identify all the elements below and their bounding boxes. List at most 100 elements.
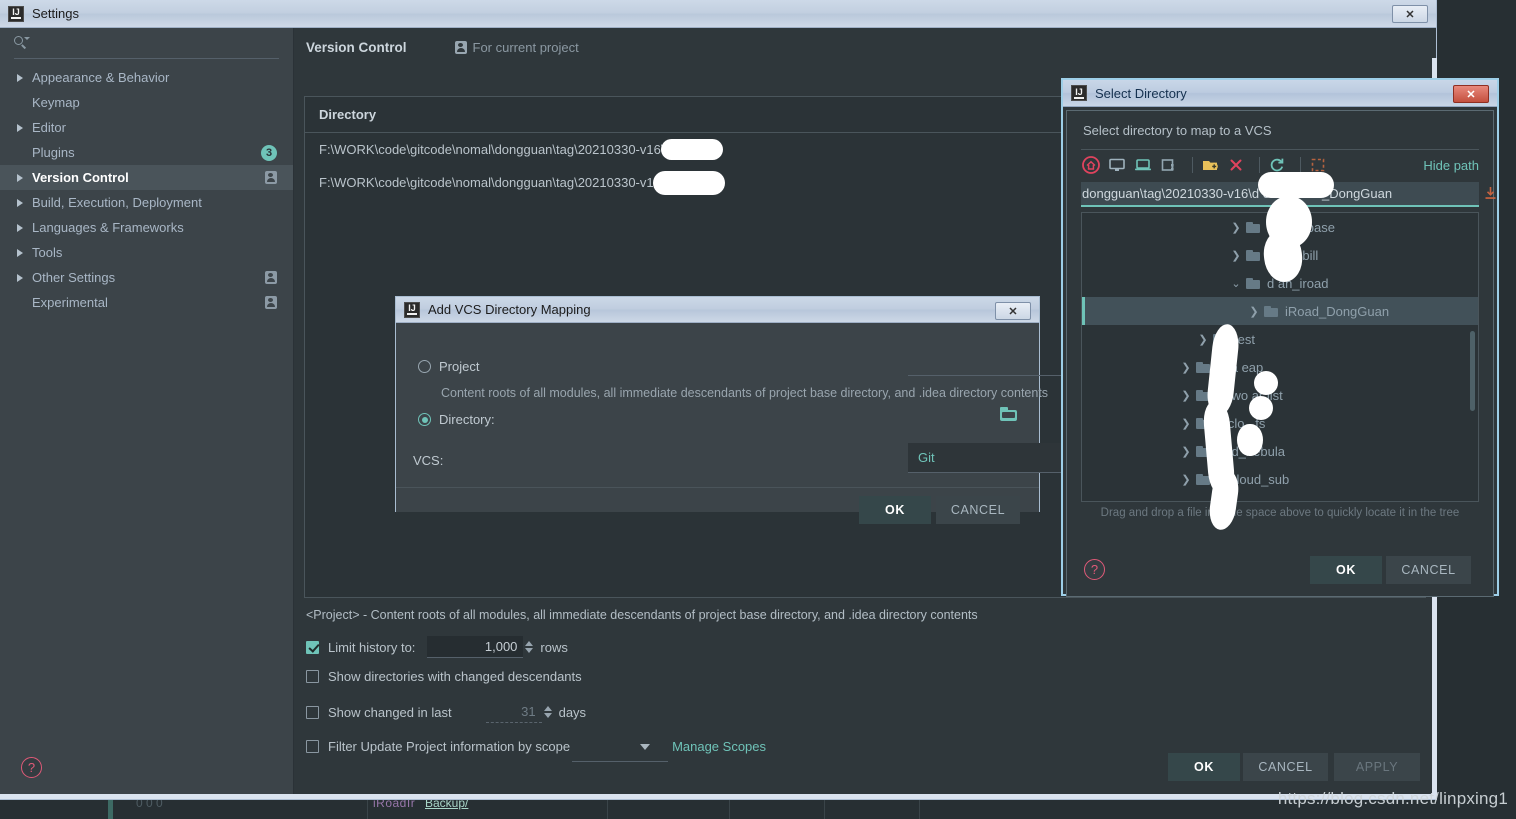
redaction-mark <box>1254 371 1278 395</box>
laptop-icon[interactable] <box>1133 155 1153 175</box>
redaction-mark <box>1273 250 1299 280</box>
sidebar-item-editor[interactable]: Editor <box>0 115 293 140</box>
sidebar-item-experimental[interactable]: Experimental <box>0 290 293 315</box>
folder-icon <box>1196 502 1210 503</box>
sidebar-item-label: Editor <box>32 120 66 135</box>
show-directories-checkbox[interactable] <box>306 670 319 683</box>
search-input[interactable] <box>34 34 254 52</box>
select-directory-ok-button[interactable]: OK <box>1310 556 1382 584</box>
project-scope-icon <box>264 271 277 285</box>
sidebar-item-label: Tools <box>32 245 63 260</box>
tree-scrollbar[interactable] <box>1470 331 1475 411</box>
folder-icon <box>1246 221 1260 233</box>
chevron-right-icon: ❯ <box>1181 417 1191 430</box>
folder-icon <box>1246 277 1260 289</box>
list-item[interactable]: ❯ i kcloud_sub <box>1082 465 1478 493</box>
show-changed-input[interactable] <box>485 701 542 723</box>
module-icon[interactable] <box>1159 155 1179 175</box>
settings-titlebar: IJ Settings ✕ <box>0 0 1436 28</box>
chevron-right-icon: ❯ <box>1180 501 1192 502</box>
background-cell <box>607 800 729 819</box>
directory-radio-label: Directory: <box>439 412 495 427</box>
settings-cancel-button[interactable]: CANCEL <box>1243 753 1328 781</box>
delete-icon[interactable] <box>1226 155 1246 175</box>
chevron-right-icon <box>14 73 26 82</box>
sidebar-item-other-settings[interactable]: Other Settings <box>0 265 293 290</box>
toolbar-separator <box>1192 157 1193 173</box>
show-changed-suffix: days <box>558 704 587 720</box>
select-directory-subtitle: Select directory to map to a VCS <box>1083 123 1272 138</box>
path-download-icon[interactable] <box>1484 186 1497 200</box>
directory-radio-row[interactable]: Directory: <box>418 412 495 427</box>
limit-history-input[interactable] <box>427 636 524 658</box>
vcs-dialog-close-button[interactable]: ✕ <box>995 302 1031 320</box>
directory-path-prefix: F:\WORK\code\gitcode\nomal\dongguan\tag\… <box>319 175 665 190</box>
select-directory-cancel-button[interactable]: CANCEL <box>1386 556 1471 584</box>
show-changed-checkbox[interactable] <box>306 705 319 719</box>
list-item[interactable]: ❯ rkclo _fs <box>1082 409 1478 437</box>
chevron-right-icon: ❯ <box>1249 305 1259 318</box>
list-item[interactable]: ❯ newo ar list <box>1082 381 1478 409</box>
path-field-value: dongguan\tag\20210330-v16\d oad\iRoad_Do… <box>1082 186 1393 201</box>
redaction-mark <box>661 139 723 160</box>
select-directory-titlebar: IJ Select Directory ✕ <box>1063 80 1497 107</box>
limit-history-checkbox[interactable] <box>306 640 319 654</box>
settings-close-button[interactable]: ✕ <box>1392 5 1428 23</box>
sidebar-item-label: Version Control <box>32 170 129 185</box>
project-radio-row[interactable]: Project <box>418 359 479 374</box>
settings-footer: ? OK CANCEL APPLY <box>0 741 1436 799</box>
sidebar-item-build-execution-deployment[interactable]: Build, Execution, Deployment <box>0 190 293 215</box>
show-changed-row[interactable]: Show changed in last days <box>306 701 586 723</box>
desktop-icon[interactable] <box>1107 155 1127 175</box>
sidebar-item-label: Build, Execution, Deployment <box>32 195 202 210</box>
select-directory-help-button[interactable]: ? <box>1084 559 1105 580</box>
list-item[interactable]: ❯ iRoad_DongGuan <box>1082 297 1478 325</box>
show-changed-label: Show changed in last <box>328 704 452 720</box>
project-scope-icon <box>264 296 277 310</box>
select-directory-close-button[interactable]: ✕ <box>1453 85 1489 103</box>
list-item[interactable]: ❯ test <box>1082 325 1478 353</box>
project-radio[interactable] <box>418 360 431 373</box>
sidebar-item-label: Appearance & Behavior <box>32 70 170 85</box>
limit-history-row[interactable]: Limit history to: rows <box>306 636 568 658</box>
chevron-right-icon: ❯ <box>1181 473 1191 486</box>
vcs-cancel-button[interactable]: CANCEL <box>936 496 1020 524</box>
for-current-project-indicator: For current project <box>454 39 579 55</box>
home-icon[interactable] <box>1081 155 1101 175</box>
list-item[interactable]: ❯ m er <box>1082 493 1478 502</box>
chevron-down-icon: ⌄ <box>1231 277 1241 290</box>
for-current-project-label: For current project <box>472 39 579 55</box>
toolbar-separator <box>1300 157 1301 173</box>
sidebar-item-keymap[interactable]: Keymap <box>0 90 293 115</box>
sidebar-item-appearance-behavior[interactable]: Appearance & Behavior <box>0 65 293 90</box>
directory-radio[interactable] <box>418 413 431 426</box>
redaction-mark <box>653 171 725 195</box>
browse-folder-icon[interactable] <box>1000 407 1017 421</box>
show-directories-label: Show directories with changed descendant… <box>328 669 582 684</box>
show-directories-row[interactable]: Show directories with changed descendant… <box>306 669 582 684</box>
settings-apply-button[interactable]: APPLY <box>1334 753 1420 781</box>
list-item[interactable]: ❯ eca eap <box>1082 353 1478 381</box>
redaction-mark <box>1258 172 1334 198</box>
hide-path-link[interactable]: Hide path <box>1423 158 1479 173</box>
settings-ok-button[interactable]: OK <box>1168 753 1240 781</box>
sidebar-item-tools[interactable]: Tools <box>0 240 293 265</box>
chevron-right-icon: ❯ <box>1181 445 1191 458</box>
help-button[interactable]: ? <box>21 757 42 778</box>
sidebar-item-label: Languages & Frameworks <box>32 220 184 235</box>
sidebar-item-label: Other Settings <box>32 270 116 285</box>
project-mapping-note: <Project> - Content roots of all modules… <box>306 608 978 622</box>
new-folder-icon[interactable] <box>1200 155 1220 175</box>
sidebar-item-plugins[interactable]: Plugins 3 <box>0 140 293 165</box>
sidebar-item-languages-frameworks[interactable]: Languages & Frameworks <box>0 215 293 240</box>
show-changed-stepper[interactable] <box>543 706 552 718</box>
background-cell <box>729 800 824 819</box>
settings-search-row[interactable] <box>0 28 293 58</box>
list-item[interactable]: ❯ rk d_nebula <box>1082 437 1478 465</box>
chevron-right-icon <box>14 123 26 132</box>
sidebar-item-version-control[interactable]: Version Control <box>0 165 293 190</box>
vcs-ok-button[interactable]: OK <box>859 496 931 524</box>
limit-history-stepper[interactable] <box>525 641 534 653</box>
project-scope-icon <box>264 171 277 185</box>
vcs-dialog-titlebar: IJ Add VCS Directory Mapping ✕ <box>396 297 1039 323</box>
